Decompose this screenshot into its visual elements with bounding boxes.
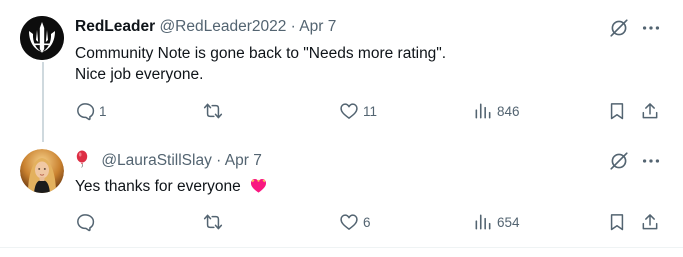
tweet[interactable]: RedLeader @RedLeader2022 · Apr 7 Communi… <box>0 0 683 141</box>
reply-button[interactable] <box>75 211 99 233</box>
share-button[interactable] <box>640 100 660 122</box>
user-handle[interactable]: @LauraStillSlay <box>101 152 212 169</box>
retweet-icon <box>203 214 223 230</box>
avatar[interactable] <box>20 149 64 193</box>
bookmark-button[interactable] <box>607 100 627 122</box>
views-button[interactable]: 846 <box>473 100 520 122</box>
bookmark-icon <box>610 214 624 231</box>
separator-dot: · <box>290 18 296 35</box>
divider <box>0 247 683 248</box>
tweet-text: Community Note is gone back to "Needs mo… <box>75 43 446 85</box>
user-photo-icon <box>20 149 64 193</box>
share-button[interactable] <box>640 211 660 233</box>
more-horizontal-icon <box>642 159 660 163</box>
bookmark-icon <box>610 103 624 120</box>
heart-icon <box>340 214 358 230</box>
tweet-header: @LauraStillSlay · Apr 7 <box>75 150 262 170</box>
tweet-date[interactable]: Apr 7 <box>225 152 262 169</box>
retweet-icon <box>203 103 223 119</box>
view-count: 654 <box>497 214 520 230</box>
more-options-button[interactable] <box>640 150 662 172</box>
share-icon <box>642 214 658 230</box>
more-options-button[interactable] <box>640 17 662 39</box>
grok-button[interactable] <box>608 17 630 39</box>
like-button[interactable]: 11 <box>339 100 377 122</box>
like-count: 11 <box>363 103 378 119</box>
views-chart-icon <box>475 103 491 119</box>
reply-icon <box>77 103 95 121</box>
heart-icon <box>340 103 358 119</box>
tweet-actions: 1 11 846 <box>0 100 683 122</box>
grok-icon <box>610 19 628 37</box>
more-horizontal-icon <box>642 26 660 30</box>
share-icon <box>642 103 658 119</box>
reply-button[interactable]: 1 <box>75 100 107 122</box>
grok-button[interactable] <box>608 150 630 172</box>
retweet-button[interactable] <box>203 100 227 122</box>
tweet-text-line: Nice job everyone. <box>75 66 204 83</box>
bookmark-button[interactable] <box>607 211 627 233</box>
separator-dot: · <box>216 152 222 169</box>
view-count: 846 <box>497 103 520 119</box>
reply-icon <box>77 214 95 232</box>
heart-with-ribbon-icon <box>249 176 268 201</box>
tweet-date[interactable]: Apr 7 <box>299 18 336 35</box>
user-handle[interactable]: @RedLeader2022 <box>159 18 286 35</box>
display-name[interactable]: RedLeader <box>75 18 155 35</box>
jedi-order-emblem-icon <box>20 16 64 60</box>
tweet-header: RedLeader @RedLeader2022 · Apr 7 <box>75 17 336 37</box>
tweet-text-line: Yes thanks for everyone <box>75 178 241 195</box>
tweet-text-line: Community Note is gone back to "Needs mo… <box>75 45 447 62</box>
grok-icon <box>610 152 628 170</box>
like-button[interactable]: 6 <box>339 211 371 233</box>
conversation-thread: RedLeader @RedLeader2022 · Apr 7 Communi… <box>0 0 683 257</box>
views-button[interactable]: 654 <box>473 211 520 233</box>
tweet[interactable]: @LauraStillSlay · Apr 7 Yes thanks for e… <box>0 141 683 248</box>
like-count: 6 <box>363 214 371 230</box>
avatar[interactable] <box>20 16 64 60</box>
retweet-button[interactable] <box>203 211 227 233</box>
views-chart-icon <box>475 214 491 230</box>
tweet-text: Yes thanks for everyone <box>75 176 268 201</box>
reply-count: 1 <box>99 103 107 119</box>
red-balloon-icon <box>75 150 89 174</box>
tweet-actions: 6 654 <box>0 211 683 233</box>
